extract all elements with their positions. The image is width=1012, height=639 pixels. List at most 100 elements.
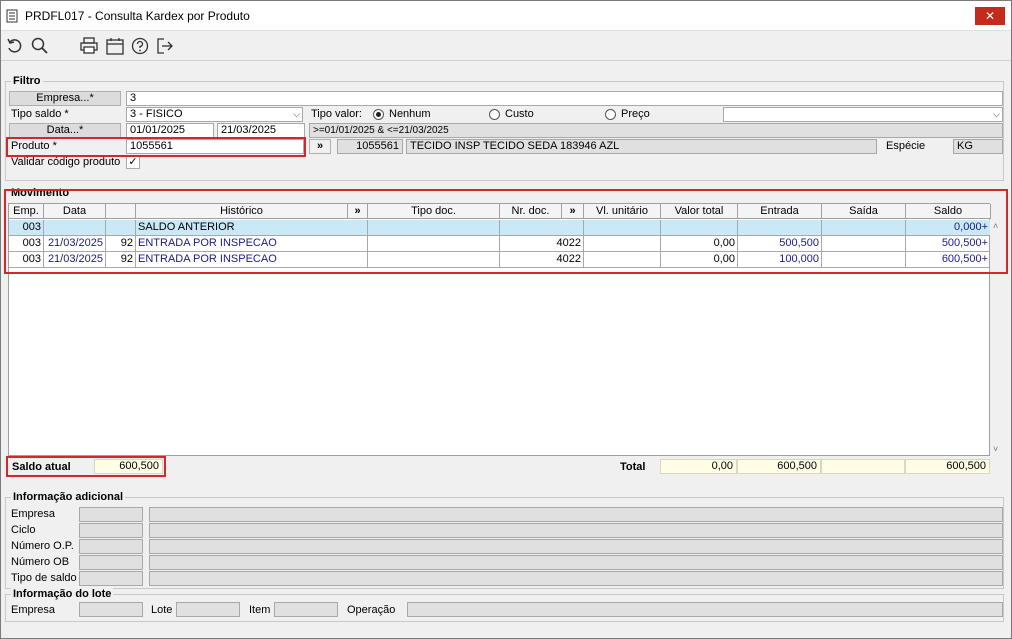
data-fim-input[interactable]: 21/03/2025 xyxy=(217,123,305,138)
table-row-cell-emp[interactable]: 003 xyxy=(9,220,44,236)
info-numero-ob-label: Número OB xyxy=(11,556,70,568)
total-entrada: 600,500 xyxy=(737,459,821,474)
grid-scrollbar[interactable]: ˄ ˅ xyxy=(990,219,1004,456)
radio-preco[interactable] xyxy=(605,109,616,120)
info-tipo-saldo-desc xyxy=(149,571,1003,586)
scroll-down-icon[interactable]: ˅ xyxy=(993,444,998,454)
search-icon[interactable] xyxy=(30,36,50,56)
lote-empresa-field xyxy=(79,602,143,617)
col-num[interactable] xyxy=(106,204,136,219)
tipo-saldo-select[interactable]: 3 - FISICO ⌵ xyxy=(126,107,303,122)
info-lote-title: Informação do lote xyxy=(11,588,114,600)
table-row-cell-nr-doc[interactable]: 4022 xyxy=(500,236,584,252)
col-historico[interactable]: Histórico xyxy=(136,204,348,219)
table-row-cell-data[interactable]: 21/03/2025 xyxy=(44,252,106,268)
info-empresa-label: Empresa xyxy=(11,508,56,520)
table-row-cell-saldo[interactable]: 500,500+ xyxy=(906,236,991,252)
col-entrada[interactable]: Entrada xyxy=(738,204,822,219)
table-row-cell-historico[interactable]: ENTRADA POR INSPECAO xyxy=(136,252,368,268)
table-row-cell-saida[interactable] xyxy=(822,220,906,236)
print-icon[interactable] xyxy=(79,36,99,56)
empresa-input[interactable]: 3 xyxy=(126,91,1003,106)
col-data[interactable]: Data xyxy=(44,204,106,219)
table-row-cell-emp[interactable]: 003 xyxy=(9,236,44,252)
lote-empresa-label: Empresa xyxy=(11,604,56,616)
filtro-title: Filtro xyxy=(11,75,43,87)
table-row-cell-vl-unitario[interactable] xyxy=(584,220,661,236)
data-button[interactable]: Data...* xyxy=(9,123,121,138)
table-row-cell-historico[interactable]: SALDO ANTERIOR xyxy=(136,220,368,236)
produto-expand-button[interactable]: » xyxy=(309,139,331,154)
col-emp[interactable]: Emp. xyxy=(9,204,44,219)
table-row-cell-valor-total[interactable]: 0,00 xyxy=(661,252,738,268)
help-icon[interactable] xyxy=(130,36,150,56)
data-inicio-input[interactable]: 01/01/2025 xyxy=(126,123,214,138)
produto-codigo: 1055561 xyxy=(337,139,403,154)
total-saida xyxy=(821,459,905,474)
table-row-cell-data[interactable] xyxy=(44,220,106,236)
table-row-cell-entrada[interactable]: 500,500 xyxy=(738,236,822,252)
info-empresa-code xyxy=(79,507,143,522)
table-row-cell-tipo-doc[interactable] xyxy=(368,252,500,268)
app-document-icon xyxy=(6,9,18,23)
col-tipo-doc[interactable]: Tipo doc. xyxy=(368,204,500,219)
calendar-icon[interactable] xyxy=(105,36,125,56)
table-row-cell-data[interactable]: 21/03/2025 xyxy=(44,236,106,252)
tipo-valor-select[interactable]: ⌵ xyxy=(723,107,1003,122)
table-row-cell-saida[interactable] xyxy=(822,236,906,252)
operacao-field xyxy=(407,602,1003,617)
table-row-cell-saldo[interactable]: 600,500+ xyxy=(906,252,991,268)
table-row-cell-num[interactable]: 92 xyxy=(106,236,136,252)
table-row-cell-entrada[interactable] xyxy=(738,220,822,236)
col-valor-total[interactable]: Valor total xyxy=(661,204,738,219)
radio-custo-label: Custo xyxy=(505,108,534,120)
table-row-cell-entrada[interactable]: 100,000 xyxy=(738,252,822,268)
chevron-down-icon: ⌵ xyxy=(993,109,1000,119)
movimento-title: Movimento xyxy=(11,187,70,199)
produto-descricao: TECIDO INSP TECIDO SEDA 183946 AZL xyxy=(406,139,877,154)
table-row-cell-vl-unitario[interactable] xyxy=(584,236,661,252)
scroll-up-icon[interactable]: ˄ xyxy=(993,221,998,231)
table-row-cell-historico[interactable]: ENTRADA POR INSPECAO xyxy=(136,236,368,252)
table-row-cell-saldo[interactable]: 0,000+ xyxy=(906,220,991,236)
table-row-cell-num[interactable]: 92 xyxy=(106,252,136,268)
data-expression: >=01/01/2025 & <=21/03/2025 xyxy=(309,123,1003,138)
col-nr-doc[interactable]: Nr. doc. xyxy=(500,204,562,219)
validar-checkbox[interactable]: ✓ xyxy=(126,155,140,169)
table-row-cell-saida[interactable] xyxy=(822,252,906,268)
total-valor: 0,00 xyxy=(660,459,737,474)
col-nr-doc-expand[interactable]: » xyxy=(562,204,584,219)
operacao-label: Operação xyxy=(347,604,396,616)
tipo-saldo-value: 3 - FISICO xyxy=(130,108,183,120)
info-ciclo-code xyxy=(79,523,143,538)
radio-nenhum[interactable] xyxy=(373,109,384,120)
table-row-cell-valor-total[interactable]: 0,00 xyxy=(661,236,738,252)
saldo-atual-label: Saldo atual xyxy=(12,461,71,473)
table-row-cell-tipo-doc[interactable] xyxy=(368,220,500,236)
table-row-cell-emp[interactable]: 003 xyxy=(9,252,44,268)
especie-value: KG xyxy=(953,139,1003,154)
col-historico-expand[interactable]: » xyxy=(348,204,368,219)
col-saida[interactable]: Saída xyxy=(822,204,906,219)
main-window: PRDFL017 - Consulta Kardex por Produto ✕ xyxy=(0,0,1012,639)
table-row-cell-valor-total[interactable] xyxy=(661,220,738,236)
table-row-cell-nr-doc[interactable] xyxy=(500,220,584,236)
radio-custo[interactable] xyxy=(489,109,500,120)
table-row-cell-vl-unitario[interactable] xyxy=(584,252,661,268)
col-vl-unitario[interactable]: Vl. unitário xyxy=(584,204,661,219)
table-row-cell-num[interactable] xyxy=(106,220,136,236)
produto-input[interactable]: 1055561 xyxy=(126,139,304,154)
lote-label: Lote xyxy=(151,604,173,616)
exit-icon[interactable] xyxy=(155,36,175,56)
col-saldo[interactable]: Saldo xyxy=(906,204,991,219)
info-adicional-title: Informação adicional xyxy=(11,491,126,503)
table-row-cell-tipo-doc[interactable] xyxy=(368,236,500,252)
item-field xyxy=(274,602,338,617)
info-ciclo-label: Ciclo xyxy=(11,524,36,536)
window-title: PRDFL017 - Consulta Kardex por Produto xyxy=(25,9,250,23)
close-button[interactable]: ✕ xyxy=(975,7,1005,25)
table-row-cell-nr-doc[interactable]: 4022 xyxy=(500,252,584,268)
especie-label: Espécie xyxy=(886,140,926,152)
refresh-icon[interactable] xyxy=(5,36,25,56)
empresa-button[interactable]: Empresa...* xyxy=(9,91,121,106)
